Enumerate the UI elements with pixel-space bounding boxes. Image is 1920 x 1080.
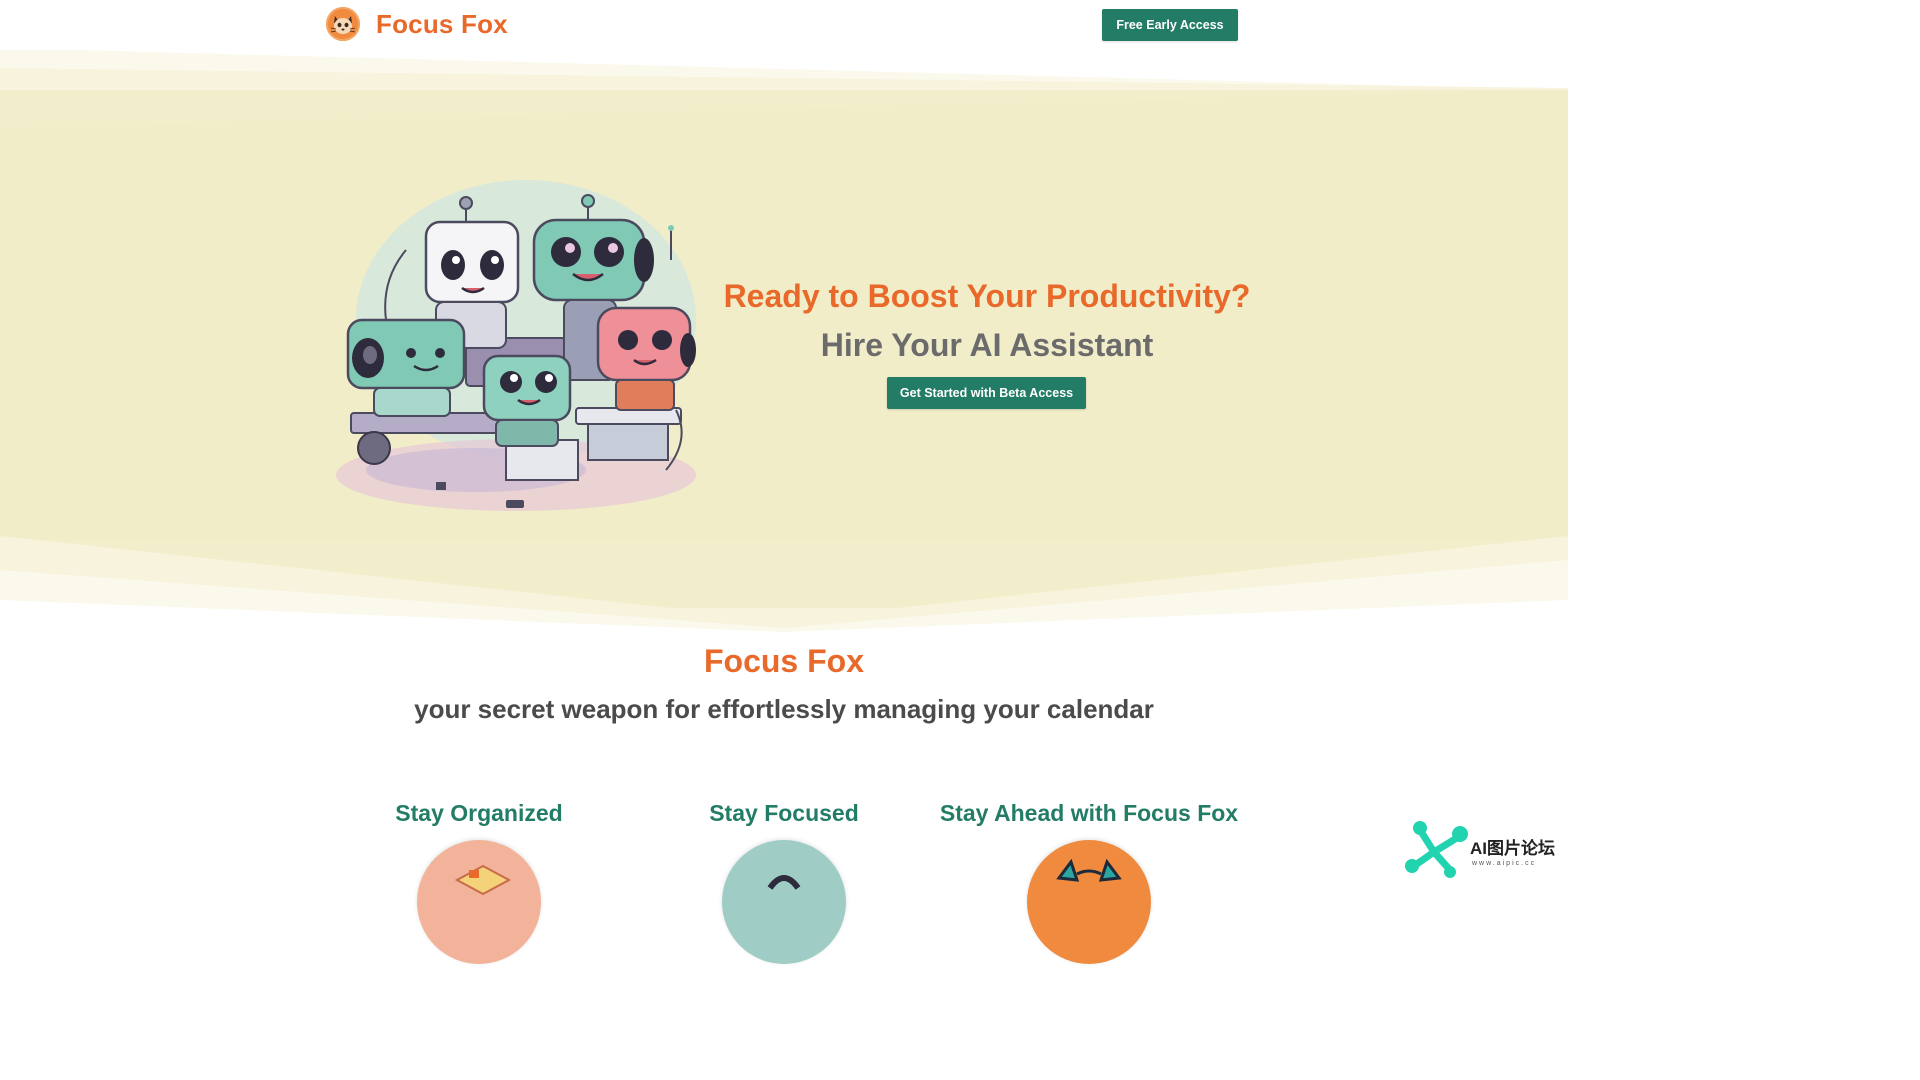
fox-illustration-icon (1027, 840, 1151, 964)
fox-logo-icon (326, 7, 360, 41)
feature-title: Stay Ahead with Focus Fox (939, 800, 1239, 826)
watermark-text: AI图片论坛 (1470, 839, 1555, 858)
intro-title: Focus Fox (703, 643, 864, 679)
watermark-url: www.aipic.cc (1472, 860, 1537, 867)
robots-illustration (336, 180, 696, 511)
hero-text: Ready to Boost Your Productivity? Hire Y… (722, 276, 1252, 365)
site-header: Focus Fox Free Early Access (0, 0, 1568, 50)
hero-title: Ready to Boost Your Productivity? (723, 278, 1251, 314)
free-early-access-button[interactable]: Free Early Access (1102, 9, 1238, 41)
watermark: AI图片论坛 www.aipic.cc (1404, 816, 1564, 880)
focused-illustration-icon (722, 840, 846, 964)
network-logo-icon (1405, 821, 1468, 878)
feature-stay-ahead: Stay Ahead with Focus Fox (889, 800, 1289, 827)
hero-subtitle: Hire Your AI Assistant (820, 327, 1154, 363)
brand-name: Focus Fox (376, 8, 508, 39)
organized-illustration-icon (417, 840, 541, 964)
brand[interactable]: Focus Fox (326, 7, 508, 41)
get-started-beta-button[interactable]: Get Started with Beta Access (887, 377, 1086, 409)
intro-subtitle: your secret weapon for effortlessly mana… (414, 694, 1154, 724)
